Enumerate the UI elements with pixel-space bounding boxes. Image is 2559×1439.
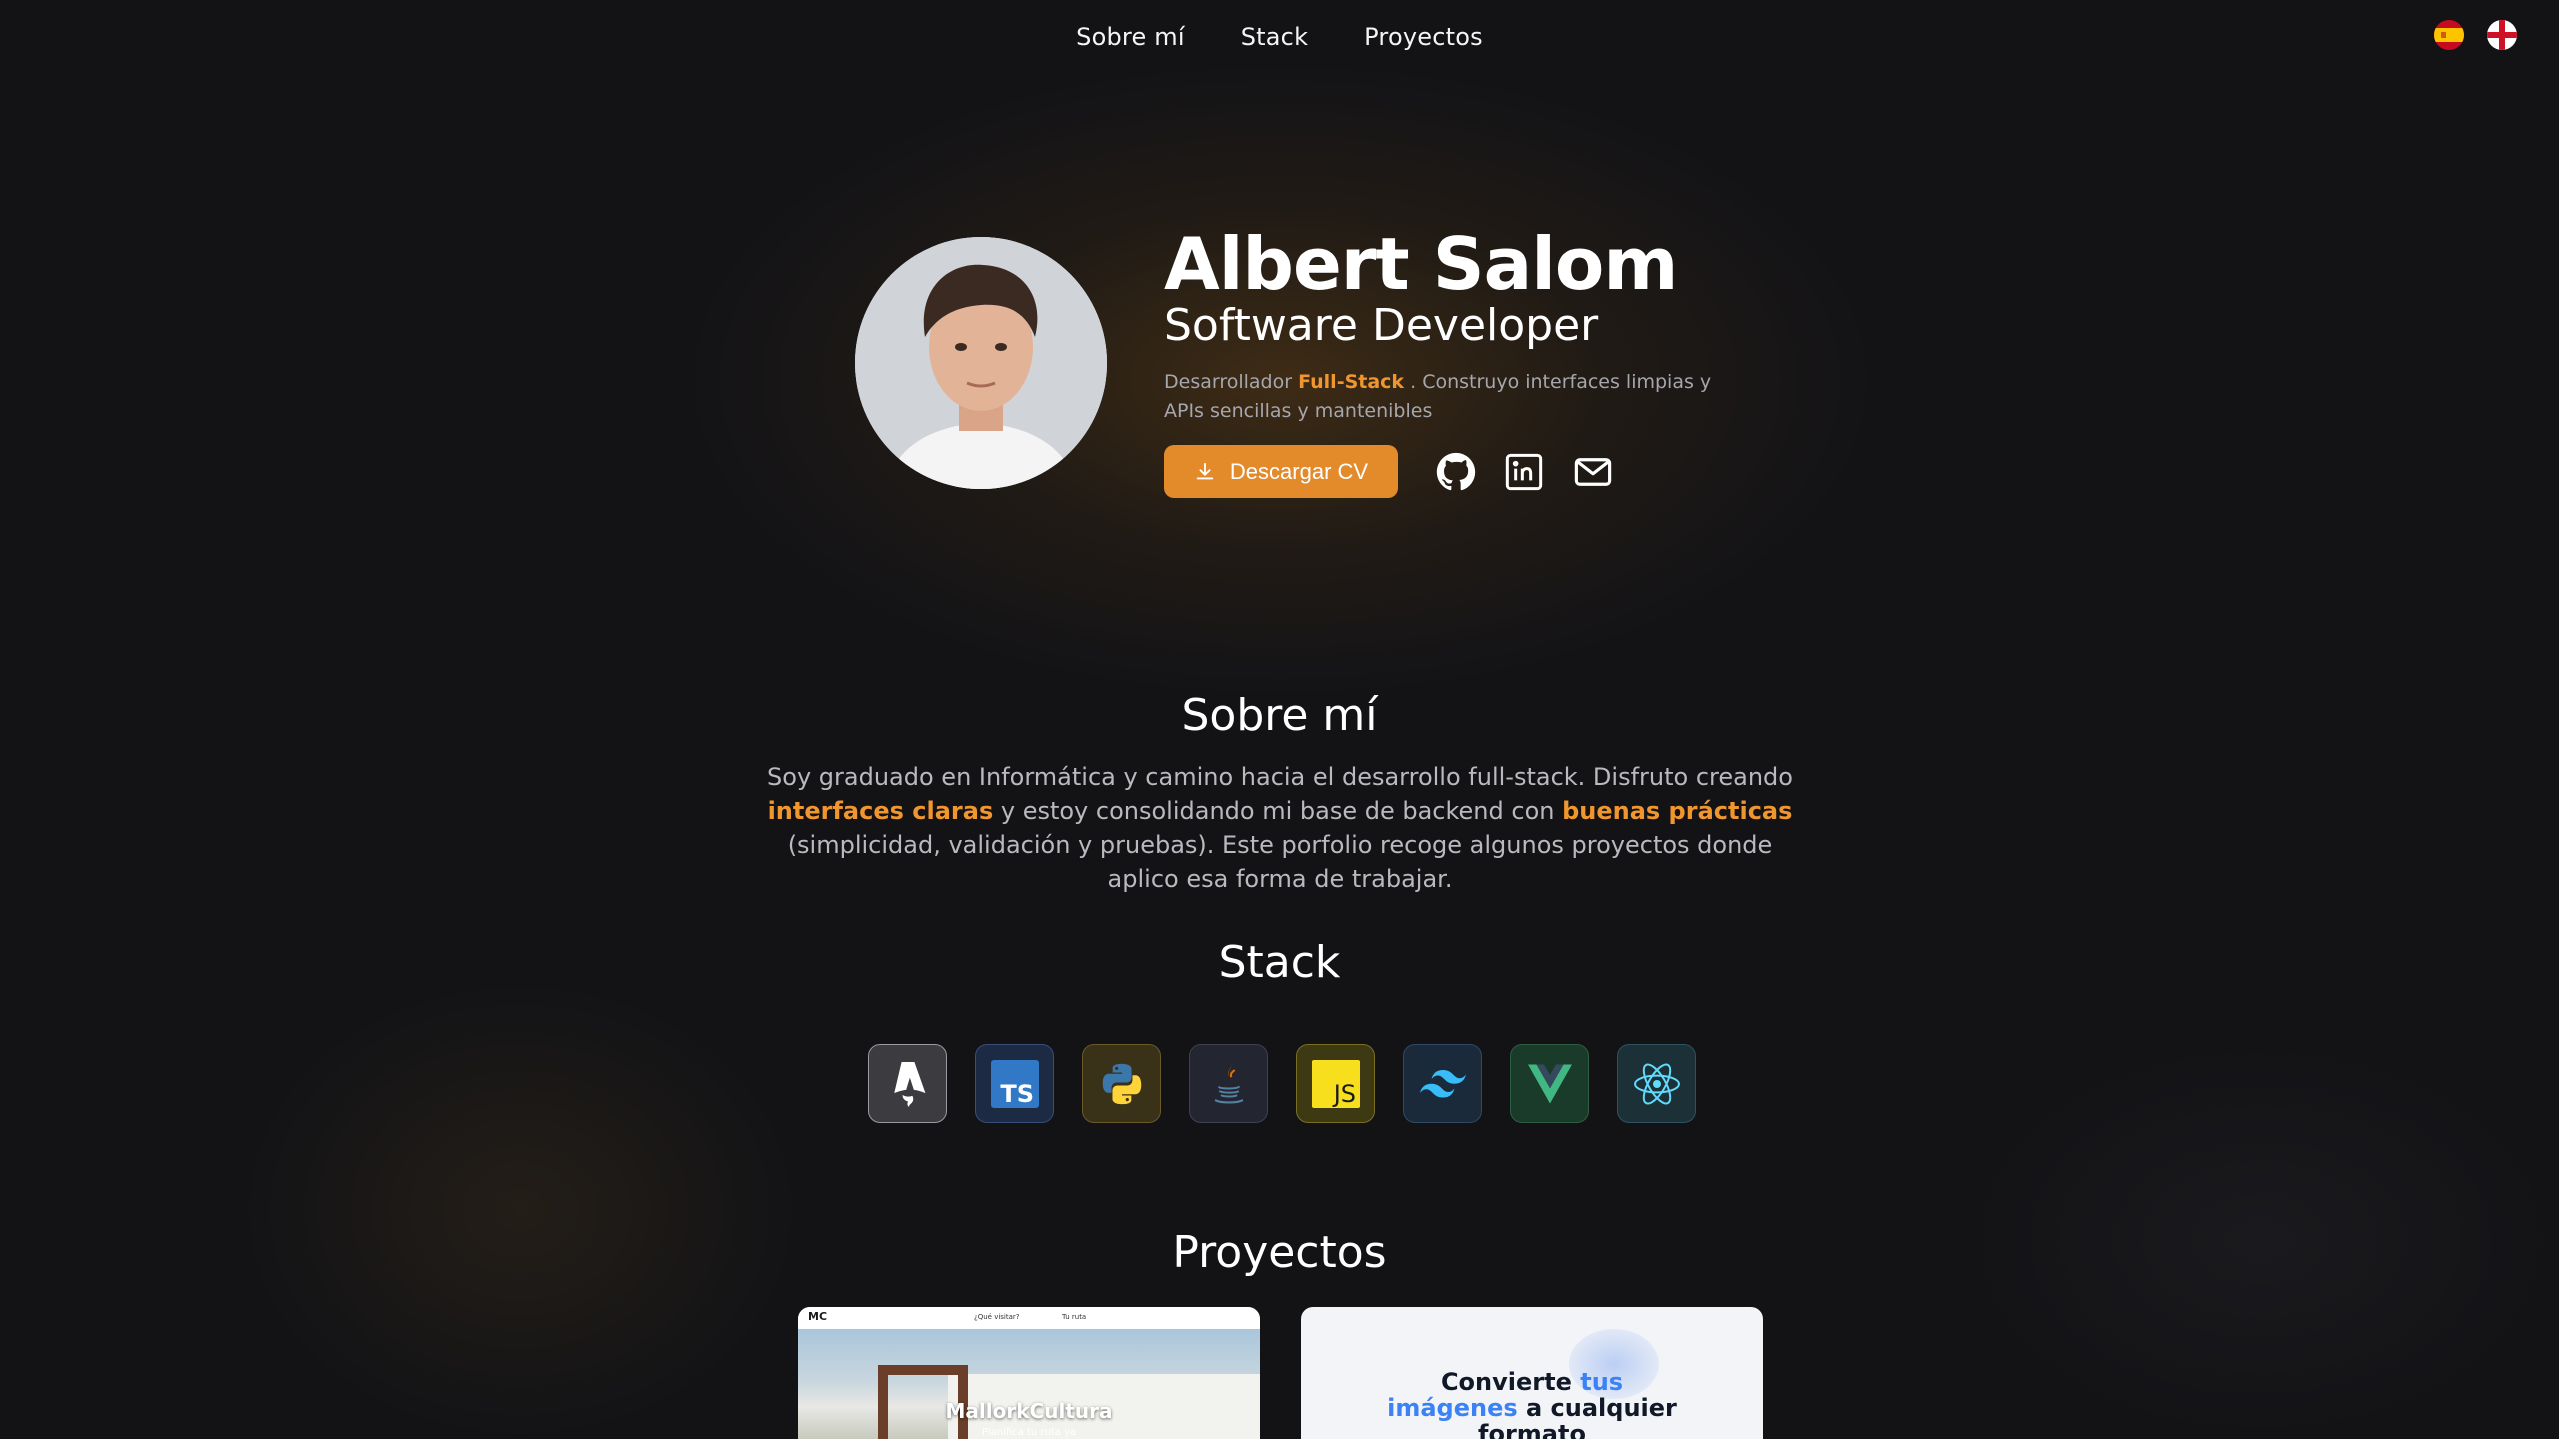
about-text-part: y estoy consolidando mi base de backend …: [993, 797, 1563, 825]
download-cv-button[interactable]: Descargar CV: [1164, 445, 1398, 498]
project-title: Convierte tus imágenes a cualquier forma…: [1301, 1369, 1763, 1439]
preview-navbar: MC ¿Qué visitar? Tu ruta: [798, 1307, 1260, 1329]
avatar: [855, 237, 1107, 489]
about-text: Soy graduado en Informática y camino hac…: [760, 760, 1800, 896]
about-text-part: Soy graduado en Informática y camino hac…: [767, 763, 1793, 791]
project-subtitle: Planifica tu ruta ya: [981, 1427, 1077, 1438]
nav-link-proyectos[interactable]: Proyectos: [1364, 23, 1483, 51]
bio-text: Desarrollador: [1164, 371, 1299, 393]
preview-nav-item: Tu ruta: [1062, 1313, 1087, 1321]
background-glow-left: [240, 980, 800, 1439]
preview-nav-item: ¿Qué visitar?: [974, 1313, 1020, 1321]
python-icon[interactable]: [1082, 1044, 1161, 1123]
project-card-mallorkcultura[interactable]: MC ¿Qué visitar? Tu ruta MallorkCultura …: [798, 1307, 1260, 1439]
project-title-highlight: tus: [1580, 1368, 1624, 1396]
preview-logo: MC: [808, 1310, 828, 1323]
about-text-part: (simplicidad, validación y pruebas). Est…: [787, 831, 1773, 893]
project-card-image-converter[interactable]: Convierte tus imágenes a cualquier forma…: [1301, 1307, 1763, 1439]
download-cv-label: Descargar CV: [1229, 458, 1369, 484]
typescript-label: TS: [1000, 1080, 1034, 1108]
vue-icon[interactable]: [1510, 1044, 1589, 1123]
linkedin-icon[interactable]: [1502, 450, 1546, 494]
project-title-highlight: imágenes: [1387, 1394, 1518, 1422]
astro-icon[interactable]: [868, 1044, 947, 1123]
nav-link-sobre-mi[interactable]: Sobre mí: [1076, 23, 1185, 51]
hero-name: Albert Salom: [1164, 222, 1678, 306]
about-highlight-interfaces: interfaces claras: [767, 797, 994, 825]
project-title: MallorkCultura: [945, 1399, 1113, 1423]
typescript-icon[interactable]: TS: [975, 1044, 1054, 1123]
java-icon[interactable]: [1189, 1044, 1268, 1123]
stack-title: Stack: [1218, 937, 1341, 988]
spain-flag-icon[interactable]: [2434, 20, 2464, 50]
github-icon[interactable]: [1434, 450, 1478, 494]
tailwind-icon[interactable]: [1403, 1044, 1482, 1123]
hero-role: Software Developer: [1164, 300, 1599, 351]
bio-highlight: Full-Stack: [1298, 371, 1405, 393]
mail-icon[interactable]: [1571, 450, 1615, 494]
projects-title: Proyectos: [1172, 1227, 1387, 1278]
england-flag-icon[interactable]: [2487, 20, 2517, 50]
javascript-icon[interactable]: JS: [1296, 1044, 1375, 1123]
project-title-part: a cualquier: [1517, 1394, 1677, 1422]
top-nav: Sobre mí Stack Proyectos: [0, 0, 2559, 74]
hero-bio: Desarrollador Full-Stack . Construyo int…: [1164, 368, 1724, 426]
nav-link-stack[interactable]: Stack: [1241, 23, 1308, 51]
project-title-part: Convierte: [1440, 1368, 1581, 1396]
project-title-part: formato: [1478, 1420, 1586, 1439]
about-title: Sobre mí: [1181, 690, 1378, 741]
javascript-label: JS: [1331, 1080, 1355, 1108]
download-icon: [1196, 462, 1214, 479]
about-highlight-practicas: buenas prácticas: [1562, 797, 1793, 825]
react-icon[interactable]: [1617, 1044, 1696, 1123]
stack-grid: TS JS: [868, 1044, 1696, 1123]
